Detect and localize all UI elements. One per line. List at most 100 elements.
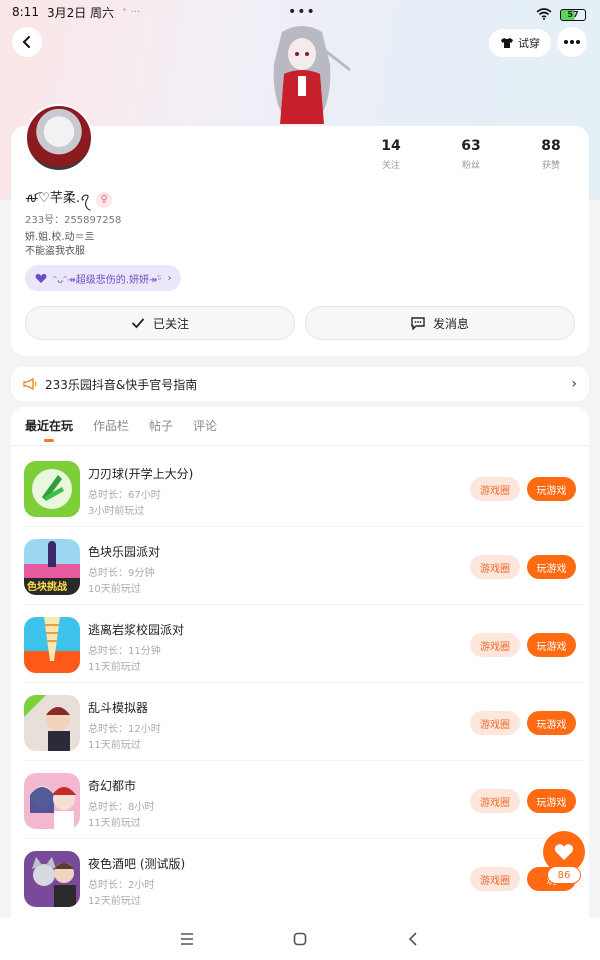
- game-name: 夜色酒吧 (测试版): [88, 857, 186, 871]
- game-last-played: 11天前玩过: [88, 818, 141, 829]
- wifi-icon: [536, 5, 552, 24]
- game-circle-button[interactable]: 游戏圈: [470, 867, 520, 891]
- home-button[interactable]: [288, 927, 312, 951]
- avatar[interactable]: [25, 104, 93, 172]
- status-date: 3月2日 周六: [46, 5, 115, 20]
- female-icon: ♀: [96, 191, 113, 208]
- fan-group-tag[interactable]: ᵔᴗᵔ↠超级悲伤的.妍妍↠ᵕ̈ ›: [25, 265, 182, 291]
- chevron-left-icon: [409, 932, 417, 946]
- notice-bar[interactable]: 233乐园抖音&快手官号指南 ›: [11, 367, 589, 401]
- game-circle-button[interactable]: 游戏圈: [470, 477, 520, 501]
- play-game-button[interactable]: 玩游戏: [527, 555, 576, 579]
- game-row[interactable]: 夜色酒吧 (测试版) 总时长：2小时 12天前玩过 游戏圈 玩: [11, 839, 589, 917]
- profile-tabs: 最近在玩 作品栏 帖子 评论: [25, 417, 217, 442]
- game-icon[interactable]: [24, 851, 80, 907]
- stat-value: 63: [461, 138, 481, 154]
- chevron-right-icon: ›: [571, 376, 577, 392]
- stat-label: 关注: [381, 161, 400, 171]
- menu-icon: [180, 933, 193, 945]
- more-icon: [564, 40, 580, 44]
- follow-label: 已关注: [152, 316, 189, 331]
- game-last-played: 11天前玩过: [88, 662, 141, 673]
- game-last-played: 11天前玩过: [88, 740, 141, 751]
- play-game-button[interactable]: 玩游戏: [527, 477, 576, 501]
- game-last-played: 12天前玩过: [88, 896, 141, 907]
- game-icon[interactable]: [24, 773, 80, 829]
- game-icon-badge: 色块挑战: [27, 582, 67, 593]
- back-nav-button[interactable]: [401, 927, 425, 951]
- game-duration: 总时长：8小时: [88, 802, 155, 813]
- game-icon[interactable]: 色块挑战: [24, 539, 80, 595]
- stat-value: 88: [541, 138, 561, 154]
- megaphone-icon: [23, 378, 37, 390]
- status-left: 8:11 3月2日 周六 ⁺ ···: [12, 4, 140, 21]
- game-row[interactable]: 逃离岩浆校园派对 总时长：11分钟 11天前玩过 游戏圈 玩游戏: [11, 605, 589, 683]
- game-name: 刀刃球(开学上大分): [88, 467, 194, 481]
- game-icon[interactable]: [24, 617, 80, 673]
- tab-recent[interactable]: 最近在玩: [25, 417, 73, 442]
- game-row[interactable]: 刀刃球(开学上大分) 总时长：67小时 3小时前玩过 游戏圈 玩游戏: [11, 449, 589, 527]
- game-name: 色块乐园派对: [88, 545, 161, 559]
- game-icon[interactable]: [24, 461, 80, 517]
- chevron-right-icon: ›: [167, 272, 172, 284]
- status-time: 8:11: [12, 5, 39, 19]
- bio: 妍.姐.校.动＝亖 不能盗我衣服: [25, 231, 95, 259]
- nickname: ꫛ♡芊柔.ꪖ ♀: [25, 186, 113, 213]
- stat-likes[interactable]: 88 获赞: [531, 138, 571, 171]
- message-button[interactable]: 发消息: [305, 306, 575, 340]
- game-icon[interactable]: [24, 695, 80, 751]
- game-circle-button[interactable]: 游戏圈: [470, 555, 520, 579]
- play-game-button[interactable]: 玩游戏: [527, 789, 576, 813]
- stat-value: 14: [381, 138, 401, 154]
- heart-icon: [554, 844, 574, 860]
- game-row[interactable]: 乱斗模拟器 总时长：12小时 11天前玩过 游戏圈 玩游戏: [11, 683, 589, 761]
- back-button[interactable]: [12, 27, 42, 57]
- more-button[interactable]: [557, 27, 587, 57]
- user-id: 233号：255897258: [25, 215, 122, 226]
- notice-text: 233乐园抖音&快手官号指南: [45, 377, 198, 392]
- game-name: 乱斗模拟器: [88, 701, 149, 715]
- chevron-left-icon: [22, 36, 30, 48]
- tab-works[interactable]: 作品栏: [93, 417, 129, 434]
- nickname-text: ꫛ♡芊柔.ꪖ: [25, 191, 91, 206]
- stat-following[interactable]: 14 关注: [371, 138, 411, 171]
- menu-button[interactable]: [175, 927, 199, 951]
- stat-label: 获赞: [541, 161, 560, 171]
- try-on-button[interactable]: 试穿: [489, 29, 551, 57]
- system-nav-bar: [0, 918, 600, 960]
- game-name: 逃离岩浆校园派对: [88, 623, 185, 637]
- profile-stats: 14 关注 63 粉丝 88 获赞: [371, 138, 571, 171]
- check-icon: [131, 318, 145, 329]
- game-row[interactable]: 色块挑战 色块乐园派对 总时长：9分钟 10天前玩过 游戏圈 玩游戏: [11, 527, 589, 605]
- status-extra: ⁺ ···: [122, 6, 141, 18]
- game-list-card: 最近在玩 作品栏 帖子 评论 刀刃球(开学上大分) 总时长：67小时 3小时前玩…: [11, 407, 589, 927]
- bio-line: 不能盗我衣服: [25, 246, 85, 257]
- battery-level: 57: [567, 10, 579, 19]
- fan-tag-label: ᵔᴗᵔ↠超级悲伤的.妍妍↠ᵕ̈: [53, 274, 162, 286]
- game-last-played: 10天前玩过: [88, 584, 141, 595]
- stat-fans[interactable]: 63 粉丝: [451, 138, 491, 171]
- like-count-badge: 86: [547, 866, 581, 884]
- tab-posts[interactable]: 帖子: [149, 417, 173, 434]
- profile-card: 14 关注 63 粉丝 88 获赞 ꫛ♡芊柔.ꪖ ♀ 233号：25589725…: [11, 104, 589, 356]
- battery-icon: 57: [560, 8, 586, 21]
- heart-icon: [35, 273, 47, 283]
- play-game-button[interactable]: 玩游戏: [527, 711, 576, 735]
- game-row[interactable]: 奇幻都市 总时长：8小时 11天前玩过 游戏圈 玩游戏: [11, 761, 589, 839]
- message-icon: [411, 316, 425, 330]
- play-game-button[interactable]: 玩游戏: [527, 633, 576, 657]
- game-last-played: 3小时前玩过: [88, 506, 145, 517]
- game-duration: 总时长：12小时: [88, 724, 161, 735]
- home-square-icon: [293, 932, 307, 946]
- game-duration: 总时长：11分钟: [88, 646, 161, 657]
- game-circle-button[interactable]: 游戏圈: [470, 711, 520, 735]
- game-circle-button[interactable]: 游戏圈: [470, 789, 520, 813]
- game-duration: 总时长：9分钟: [88, 568, 155, 579]
- game-circle-button[interactable]: 游戏圈: [470, 633, 520, 657]
- follow-button[interactable]: 已关注: [25, 306, 295, 340]
- try-on-label: 试穿: [518, 37, 540, 50]
- divider: [11, 445, 589, 446]
- stat-label: 粉丝: [461, 161, 480, 171]
- tab-comments[interactable]: 评论: [193, 417, 217, 434]
- game-duration: 总时长：67小时: [88, 490, 161, 501]
